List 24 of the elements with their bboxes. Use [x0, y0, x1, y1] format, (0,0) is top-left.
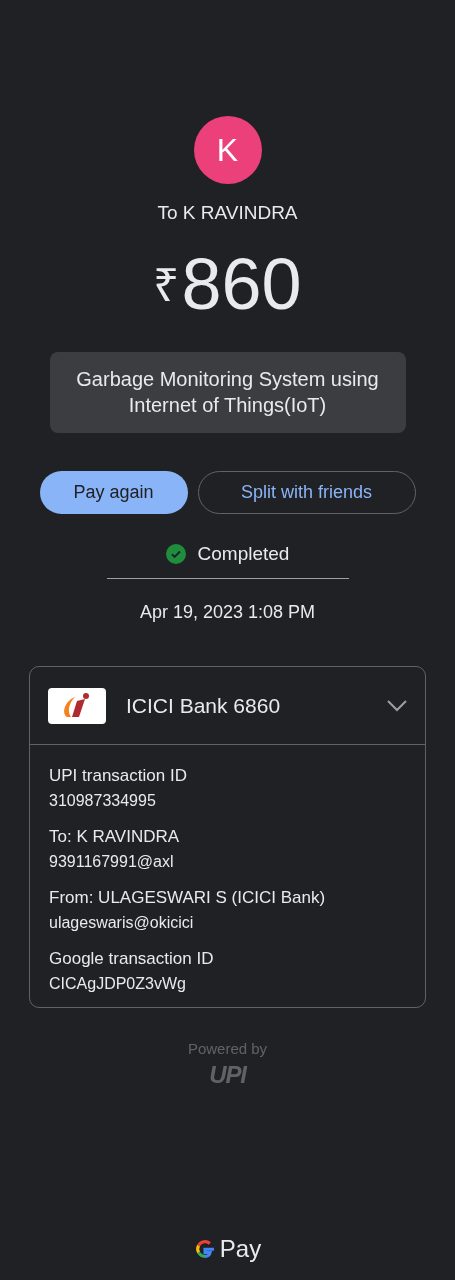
brand-name: Pay: [219, 1234, 262, 1264]
payee-name: To K RAVINDRA: [157, 201, 298, 225]
pay-again-button[interactable]: Pay again: [39, 470, 188, 514]
currency-symbol: ₹: [153, 261, 180, 308]
detail-value: CICAgJDP0Z3vWg: [49, 974, 187, 994]
powered-by-label: Powered by: [187, 1039, 268, 1059]
status-label: Completed: [197, 541, 290, 566]
detail-label: To: K RAVINDRA: [49, 826, 181, 848]
detail-label: UPI transaction ID: [49, 765, 188, 787]
bank-account: ICICI Bank 6860: [126, 692, 282, 719]
avatar: K: [193, 116, 262, 184]
transaction-date: Apr 19, 2023 1:08 PM: [139, 601, 316, 624]
amount: 860: [181, 247, 302, 320]
check-circle-icon: [165, 543, 186, 564]
account-header[interactable]: ICICI Bank 6860: [30, 667, 425, 744]
detail-value: 310987334995: [49, 791, 157, 811]
detail-value: 9391167991@axl: [49, 852, 175, 872]
upi-logo: UPI: [209, 1060, 246, 1089]
detail-label: Google transaction ID: [49, 948, 215, 970]
detail-label: From: ULAGESWARI S (ICICI Bank): [49, 887, 327, 909]
google-g-icon: [193, 1238, 216, 1260]
bank-logo-icon: [48, 687, 106, 724]
detail-value: ulageswaris@okicici: [49, 913, 195, 933]
payment-note: Garbage Monitoring System using Internet of Things(IoT): [49, 351, 406, 433]
